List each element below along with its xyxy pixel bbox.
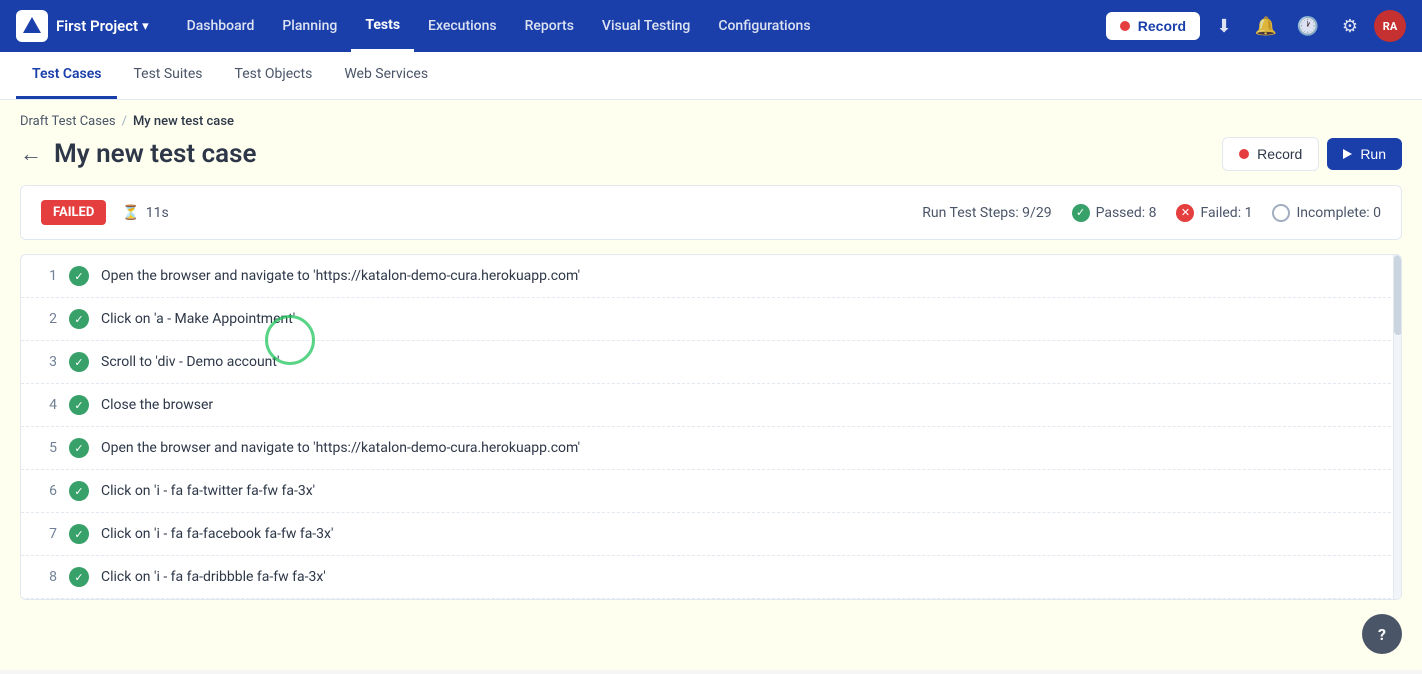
- record-dot-icon: [1120, 21, 1130, 31]
- sub-nav-test-cases[interactable]: Test Cases: [16, 52, 117, 99]
- table-row[interactable]: 8 ✓ Click on 'i - fa fa-dribbble fa-fw fa-…: [21, 556, 1401, 599]
- failed-icon: ✕: [1176, 204, 1194, 222]
- step-status-icon: ✓: [69, 567, 89, 587]
- scrollbar-track[interactable]: [1393, 255, 1401, 599]
- table-row[interactable]: 7 ✓ Click on 'i - fa fa-facebook fa-fw fa-…: [21, 513, 1401, 556]
- breadcrumb-parent-link[interactable]: Draft Test Cases: [20, 114, 116, 129]
- page-title: My new test case: [54, 139, 256, 169]
- top-navigation: First Project ▾ Dashboard Planning Tests…: [0, 0, 1422, 52]
- record-button-nav[interactable]: Record: [1106, 12, 1200, 40]
- step-number: 2: [37, 311, 57, 327]
- nav-link-reports[interactable]: Reports: [511, 0, 588, 52]
- nav-actions: Record ⬇ 🔔 🕐 ⚙ RA: [1106, 8, 1406, 44]
- nav-link-visual-testing[interactable]: Visual Testing: [588, 0, 704, 52]
- help-icon: ?: [1378, 625, 1386, 644]
- sub-nav-web-services[interactable]: Web Services: [328, 52, 444, 99]
- nav-link-configurations[interactable]: Configurations: [704, 0, 824, 52]
- nav-link-dashboard[interactable]: Dashboard: [173, 0, 269, 52]
- nav-link-tests[interactable]: Tests: [351, 0, 414, 52]
- record-dot-header-icon: [1239, 149, 1249, 159]
- step-text: Click on 'a - Make Appointment': [101, 311, 1385, 327]
- sub-nav-test-objects[interactable]: Test Objects: [219, 52, 329, 99]
- time-value: 11s: [146, 205, 169, 221]
- avatar[interactable]: RA: [1374, 10, 1406, 42]
- step-status-icon: ✓: [69, 309, 89, 329]
- scrollbar-thumb[interactable]: [1394, 255, 1402, 335]
- sub-navigation: Test Cases Test Suites Test Objects Web …: [0, 52, 1422, 100]
- main-content: Draft Test Cases / My new test case ← My…: [0, 100, 1422, 670]
- breadcrumb-current: My new test case: [133, 114, 234, 129]
- sub-nav-test-suites[interactable]: Test Suites: [117, 52, 218, 99]
- play-icon: [1343, 149, 1352, 159]
- step-status-icon: ✓: [69, 481, 89, 501]
- step-status-icon: ✓: [69, 266, 89, 286]
- status-stats: Run Test Steps: 9/29 ✓ Passed: 8 ✕ Faile…: [922, 204, 1381, 222]
- step-text: Click on 'i - fa fa-facebook fa-fw fa-3x…: [101, 526, 1385, 542]
- table-row[interactable]: 6 ✓ Click on 'i - fa fa-twitter fa-fw fa-3…: [21, 470, 1401, 513]
- step-status-icon: ✓: [69, 395, 89, 415]
- step-text: Close the browser: [101, 397, 1385, 413]
- page-header: ← My new test case Record Run: [0, 129, 1422, 185]
- steps-container: 1 ✓ Open the browser and navigate to 'http…: [20, 254, 1402, 600]
- step-number: 5: [37, 440, 57, 456]
- download-icon-btn[interactable]: ⬇: [1206, 8, 1242, 44]
- header-actions: Record Run: [1222, 137, 1402, 171]
- app-logo[interactable]: [16, 10, 48, 42]
- history-icon-btn[interactable]: 🕐: [1290, 8, 1326, 44]
- status-bar: FAILED ⏳ 11s Run Test Steps: 9/29 ✓ Pass…: [20, 185, 1402, 240]
- step-text: Click on 'i - fa fa-dribbble fa-fw fa-3x…: [101, 569, 1385, 585]
- project-name[interactable]: First Project: [56, 17, 138, 35]
- passed-stat: ✓ Passed: 8: [1072, 204, 1157, 222]
- failed-stat: ✕ Failed: 1: [1176, 204, 1252, 222]
- breadcrumb-separator: /: [122, 114, 127, 129]
- record-label: Record: [1138, 18, 1186, 34]
- table-row[interactable]: 5 ✓ Open the browser and navigate to 'http…: [21, 427, 1401, 470]
- time-info: ⏳ 11s: [122, 205, 168, 221]
- step-text: Open the browser and navigate to 'https:…: [101, 440, 1385, 456]
- step-status-icon: ✓: [69, 524, 89, 544]
- record-button-label: Record: [1257, 146, 1302, 162]
- nav-links: Dashboard Planning Tests Executions Repo…: [173, 0, 1106, 52]
- help-fab[interactable]: ?: [1362, 614, 1402, 654]
- back-button[interactable]: ←: [20, 141, 42, 167]
- run-button-label: Run: [1360, 146, 1386, 162]
- step-text: Open the browser and navigate to 'https:…: [101, 268, 1385, 284]
- table-row[interactable]: 3 ✓ Scroll to 'div - Demo account': [21, 341, 1401, 384]
- settings-icon-btn[interactable]: ⚙: [1332, 8, 1368, 44]
- step-text: Click on 'i - fa fa-twitter fa-fw fa-3x': [101, 483, 1385, 499]
- incomplete-icon: [1272, 204, 1290, 222]
- run-test-steps-label: Run Test Steps: 9/29: [922, 205, 1051, 221]
- table-row[interactable]: 4 ✓ Close the browser: [21, 384, 1401, 427]
- timer-icon: ⏳: [122, 205, 139, 221]
- step-number: 1: [37, 268, 57, 284]
- record-button-header[interactable]: Record: [1222, 137, 1319, 171]
- step-number: 8: [37, 569, 57, 585]
- run-button[interactable]: Run: [1327, 138, 1402, 170]
- bell-icon-btn[interactable]: 🔔: [1248, 8, 1284, 44]
- nav-link-executions[interactable]: Executions: [414, 0, 511, 52]
- passed-icon: ✓: [1072, 204, 1090, 222]
- step-status-icon: ✓: [69, 352, 89, 372]
- failed-label: Failed: 1: [1200, 205, 1252, 221]
- step-text: Scroll to 'div - Demo account': [101, 354, 1385, 370]
- step-number: 3: [37, 354, 57, 370]
- failed-badge: FAILED: [41, 200, 106, 225]
- breadcrumb: Draft Test Cases / My new test case: [0, 100, 1422, 129]
- incomplete-stat: Incomplete: 0: [1272, 204, 1381, 222]
- table-row[interactable]: 1 ✓ Open the browser and navigate to 'http…: [21, 255, 1401, 298]
- step-status-icon: ✓: [69, 438, 89, 458]
- nav-link-planning[interactable]: Planning: [268, 0, 351, 52]
- project-chevron-icon[interactable]: ▾: [142, 19, 149, 34]
- step-number: 7: [37, 526, 57, 542]
- step-number: 4: [37, 397, 57, 413]
- passed-label: Passed: 8: [1096, 205, 1157, 221]
- incomplete-label: Incomplete: 0: [1296, 205, 1381, 221]
- step-number: 6: [37, 483, 57, 499]
- table-row[interactable]: 2 ✓ Click on 'a - Make Appointment': [21, 298, 1401, 341]
